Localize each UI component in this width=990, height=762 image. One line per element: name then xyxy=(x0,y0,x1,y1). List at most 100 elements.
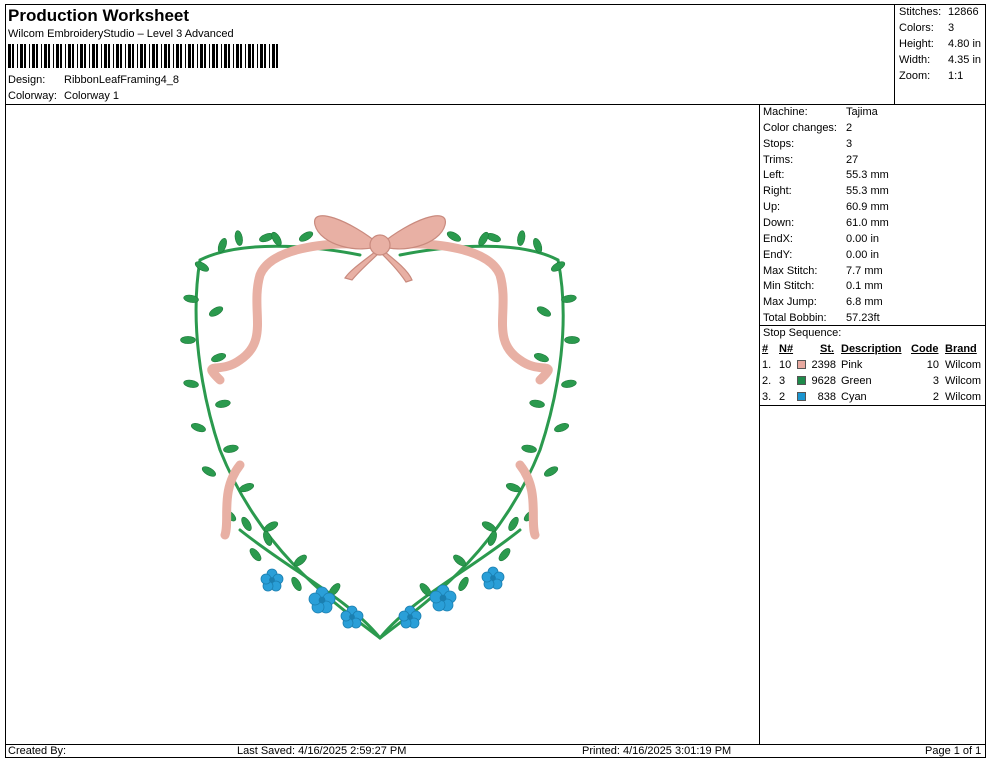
barcode-bar xyxy=(156,44,158,68)
barcode-bar xyxy=(8,44,11,68)
color-swatch xyxy=(797,392,806,401)
bow xyxy=(314,215,446,283)
seq-divider-top xyxy=(759,325,986,326)
row-brand: Wilcom xyxy=(945,391,982,403)
info-value: 60.9 mm xyxy=(846,201,889,213)
info-value: 2 xyxy=(846,122,853,134)
barcode-bar xyxy=(272,44,275,68)
ribbon xyxy=(207,239,553,540)
barcode-bar xyxy=(53,44,54,68)
seq-divider-bottom xyxy=(759,405,986,406)
barcode-bar xyxy=(257,44,258,68)
software-name: Wilcom EmbroideryStudio – Level 3 Advanc… xyxy=(8,28,234,40)
barcode-bar xyxy=(200,44,203,68)
barcode-bar xyxy=(188,44,191,68)
barcode-bar xyxy=(113,44,114,68)
barcode-bar xyxy=(29,44,30,68)
row-code: 3 xyxy=(932,375,939,387)
row-description: Cyan xyxy=(841,391,867,403)
info-value: 61.0 mm xyxy=(846,217,889,229)
stat-value: 4.35 in xyxy=(948,54,982,66)
barcode-bar xyxy=(132,44,134,68)
barcode-bar xyxy=(164,44,167,68)
barcode-bar xyxy=(41,44,42,68)
embroidery-design-preview xyxy=(180,215,580,640)
header-divider xyxy=(5,104,986,105)
barcode-bar xyxy=(264,44,266,68)
barcode-bar xyxy=(209,44,210,68)
barcode-bar xyxy=(89,44,90,68)
stat-label: Height: xyxy=(899,38,934,50)
color-swatch xyxy=(797,360,806,369)
row-stitches: 838 xyxy=(817,391,836,403)
barcode-bar xyxy=(120,44,122,68)
info-label: Left: xyxy=(763,169,785,181)
stat-value: 3 xyxy=(948,22,955,34)
col-header-num: # xyxy=(762,343,769,355)
barcode-bar xyxy=(20,44,23,68)
col-header-brand: Brand xyxy=(945,343,977,355)
barcode-bar xyxy=(128,44,131,68)
col-header-n: N# xyxy=(779,343,794,355)
barcode-bar xyxy=(84,44,86,68)
barcode-bar xyxy=(108,44,110,68)
barcode-bar xyxy=(192,44,194,68)
barcode-bar xyxy=(116,44,119,68)
info-label: Trims: xyxy=(763,154,794,166)
barcode-bar xyxy=(245,44,246,68)
info-label: Stops: xyxy=(763,138,795,150)
row-needle: 3 xyxy=(779,375,786,387)
col-header-st: St. xyxy=(820,343,835,355)
row-description: Green xyxy=(841,375,872,387)
row-stitches: 2398 xyxy=(811,359,836,371)
color-swatch xyxy=(797,376,806,385)
info-label: EndX: xyxy=(763,233,793,245)
stat-label: Colors: xyxy=(899,22,934,34)
barcode-bar xyxy=(228,44,230,68)
barcode-bar xyxy=(48,44,50,68)
barcode-bar xyxy=(140,44,143,68)
barcode-bar xyxy=(92,44,95,68)
barcode xyxy=(8,44,282,68)
row-needle: 10 xyxy=(779,359,792,371)
barcode-bar xyxy=(44,44,47,68)
info-value: 55.3 mm xyxy=(846,185,889,197)
page-title: Production Worksheet xyxy=(8,6,190,25)
info-label: Max Stitch: xyxy=(763,265,818,277)
info-value: 55.3 mm xyxy=(846,169,889,181)
vine-stems xyxy=(194,244,565,640)
row-brand: Wilcom xyxy=(945,375,982,387)
barcode-bar xyxy=(137,44,138,68)
info-label: Down: xyxy=(763,217,795,229)
barcode-bar xyxy=(104,44,107,68)
panel-divider xyxy=(759,104,760,744)
info-label: Right: xyxy=(763,185,792,197)
info-label: Up: xyxy=(763,201,781,213)
machine-label: Machine: xyxy=(763,106,808,118)
barcode-bar xyxy=(125,44,126,68)
colorway-value: Colorway 1 xyxy=(64,90,120,102)
barcode-bar xyxy=(236,44,239,68)
footer-divider xyxy=(5,744,986,745)
row-stitches: 9628 xyxy=(811,375,836,387)
row-needle: 2 xyxy=(779,391,786,403)
design-label: Design: xyxy=(8,74,46,86)
barcode-bar xyxy=(185,44,186,68)
info-value: 3 xyxy=(846,138,853,150)
barcode-bar xyxy=(276,44,278,68)
barcode-bar xyxy=(77,44,78,68)
barcode-bar xyxy=(176,44,179,68)
info-label: EndY: xyxy=(763,249,793,261)
barcode-bar xyxy=(56,44,59,68)
barcode-bar xyxy=(168,44,170,68)
stat-label: Stitches: xyxy=(899,6,942,18)
barcode-bar xyxy=(161,44,162,68)
barcode-bar xyxy=(252,44,254,68)
barcode-bar xyxy=(17,44,18,68)
barcode-bar xyxy=(197,44,198,68)
barcode-bar xyxy=(12,44,14,68)
row-description: Pink xyxy=(841,359,863,371)
page-number: Page 1 of 1 xyxy=(925,745,982,757)
printed-date: Printed: 4/16/2025 3:01:19 PM xyxy=(582,745,732,757)
barcode-bar xyxy=(224,44,227,68)
